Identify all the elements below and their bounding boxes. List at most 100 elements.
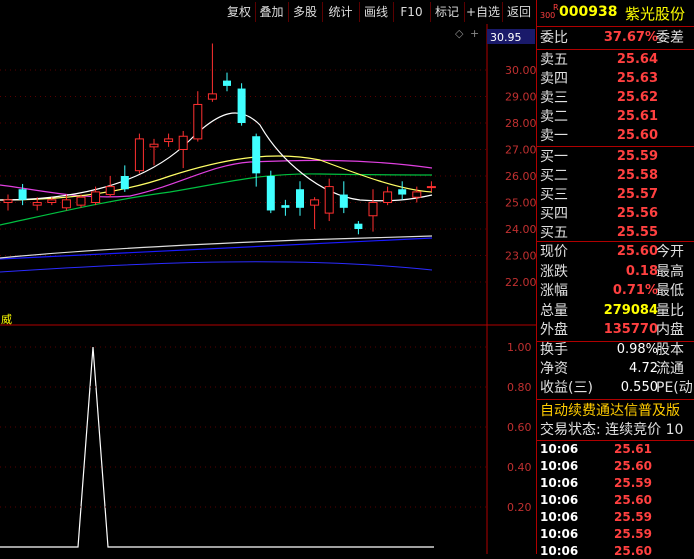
multi-stock-button[interactable]: 多股 [288, 2, 323, 22]
buy-row: 买一 25.59 [540, 147, 692, 167]
quote-row: 外盘 135770 内盘 [540, 320, 692, 340]
back-button[interactable]: 返回 [502, 2, 536, 22]
candle-body [339, 194, 348, 208]
quote-label2: 量比 [656, 302, 684, 319]
quote-value: 279084 [603, 302, 658, 318]
stat-row: 净资 4.72 流通 [540, 359, 692, 379]
candle [164, 133, 174, 147]
sell-label: 卖二 [540, 109, 568, 125]
candle [296, 181, 304, 216]
buy-row: 买四 25.56 [540, 204, 692, 224]
ma-line-3 [0, 261, 433, 273]
candle-body [324, 186, 334, 214]
candle-body [207, 93, 217, 100]
stat-label2: 流通 [656, 361, 684, 377]
draw-line-button[interactable]: 画线 [359, 2, 394, 22]
price-tick: 25.00 [505, 197, 536, 210]
mark-button[interactable]: 标记 [430, 2, 465, 22]
candle [237, 83, 246, 126]
candle [281, 199, 290, 216]
ma-line-6 [0, 155, 433, 201]
tick-row: 10:06 25.60 [540, 492, 692, 508]
overlay-button[interactable]: 叠加 [255, 2, 289, 22]
candle-body [252, 136, 261, 174]
fuquan-button[interactable]: 复权 [223, 2, 256, 22]
quote-row: 涨幅 0.71% 最低 [540, 281, 692, 301]
sell-row: 卖一 25.60 [540, 126, 692, 146]
quote-label2: 内盘 [656, 322, 684, 338]
indicator-tick: 0.20 [507, 501, 532, 514]
candle [398, 181, 407, 200]
sell-value: 25.64 [616, 52, 658, 67]
weibi-value: 37.67% [603, 30, 658, 45]
quote-value: 135770 [603, 322, 658, 337]
buy-value: 25.59 [616, 149, 658, 164]
statistics-button[interactable]: 统计 [322, 2, 360, 22]
f10-button[interactable]: F10 [393, 2, 431, 22]
tick-price: 25.60 [614, 459, 652, 473]
diamond-icon[interactable]: ◇ [455, 27, 464, 40]
indicator-tick: 0.80 [507, 381, 532, 394]
candle [18, 183, 27, 206]
quote-row: 现价 25.60 今开 [540, 242, 692, 262]
buy-value: 25.58 [616, 168, 658, 183]
tick-time: 10:06 [540, 527, 579, 541]
candle [207, 43, 217, 102]
tick-time: 10:06 [540, 493, 579, 507]
tick-row: 10:06 25.60 [540, 458, 692, 474]
market-prefix: R 300 [540, 4, 559, 20]
tick-price: 25.59 [614, 476, 652, 490]
sell-value: 25.60 [616, 128, 658, 143]
candle-body [164, 138, 174, 143]
ticker-text[interactable]: 自动续费通达信普及版 [540, 401, 692, 421]
candle [354, 221, 363, 235]
indicator-tick: 1.00 [507, 341, 532, 354]
buy-row: 买二 25.58 [540, 166, 692, 186]
add-favorite-button[interactable]: +自选 [464, 2, 503, 22]
chart-grid [0, 24, 536, 554]
candle [383, 186, 393, 206]
candle-body [105, 186, 115, 196]
plus-icon[interactable]: + [470, 27, 479, 40]
buy-label: 买五 [540, 225, 568, 241]
kline-chart[interactable]: 30.00 29.00 28.00 27.00 26.00 25.00 24.00 23.00… [0, 24, 536, 554]
tick-row: 10:06 25.60 [540, 543, 692, 559]
price-tick: 28.00 [505, 117, 536, 130]
candle-body [120, 176, 129, 190]
candle [324, 178, 334, 222]
stat-label: 收益(三) [540, 380, 593, 396]
candle [134, 133, 144, 174]
tick-price: 25.60 [614, 493, 652, 507]
buy-label: 买二 [540, 168, 568, 184]
tick-row: 10:06 25.59 [540, 526, 692, 542]
tick-price: 25.59 [614, 527, 652, 541]
buy-value: 25.56 [616, 206, 658, 221]
indicator-panel [0, 346, 434, 548]
price-tick: 29.00 [505, 91, 536, 104]
candle [120, 165, 129, 192]
sell-value: 25.62 [616, 90, 658, 105]
quote-row: 涨跌 0.18 最高 [540, 262, 692, 282]
sell-row: 卖二 25.61 [540, 107, 692, 127]
candle-body [281, 205, 290, 208]
quote-label2: 今开 [656, 244, 684, 260]
stat-value: 0.98% [616, 342, 658, 357]
candle [149, 138, 159, 166]
quote-label: 外盘 [540, 322, 568, 338]
ma-line-2 [0, 235, 433, 259]
tick-time: 10:06 [540, 476, 579, 490]
ma-line-5 [0, 159, 433, 198]
indicator-line [0, 346, 434, 548]
candle [368, 189, 378, 232]
price-marker: 30.95 [490, 31, 522, 44]
candle [310, 197, 320, 229]
candle-body [47, 199, 57, 204]
price-tick: 26.00 [505, 170, 536, 183]
stat-label2: PE(动 [656, 380, 693, 396]
indicator-label: 威 [1, 313, 12, 326]
candle-body [296, 189, 304, 208]
stat-row: 收益(三) 0.550 PE(动 [540, 378, 693, 398]
candle-body [91, 191, 101, 203]
candle-body [32, 202, 42, 206]
buy-row: 买五 25.55 [540, 223, 692, 243]
